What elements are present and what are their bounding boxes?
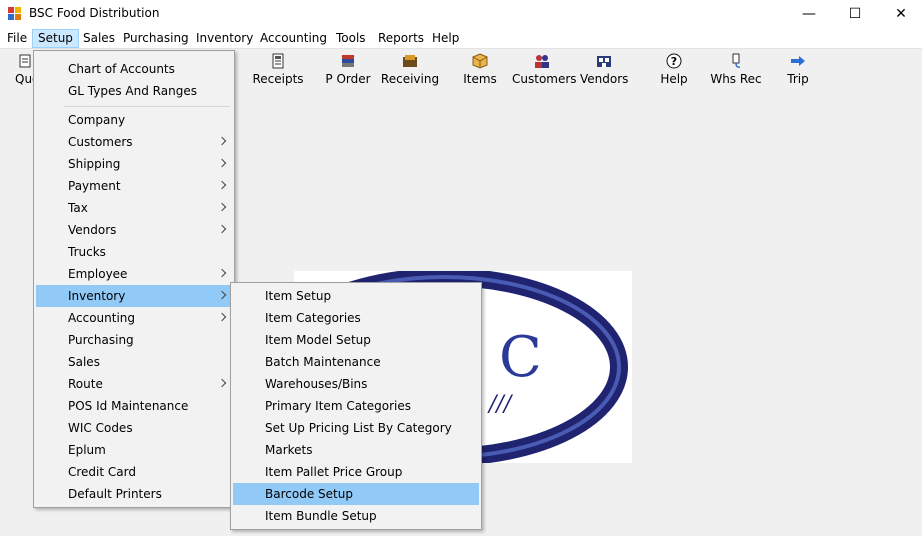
toolbar-customers-button[interactable]: Customers [512, 53, 577, 86]
menu-item-default-printers[interactable]: Default Printers [36, 483, 232, 505]
logo-letter: C [499, 325, 542, 390]
menu-item-tax[interactable]: Tax [36, 197, 232, 219]
menu-item-eplum[interactable]: Eplum [36, 439, 232, 461]
menu-reports[interactable]: Reports [373, 29, 429, 48]
warehouse-receipt-icon [728, 53, 744, 69]
menu-item-purchasing[interactable]: Purchasing [36, 329, 232, 351]
menu-inventory[interactable]: Inventory [191, 29, 258, 48]
menu-setup[interactable]: Setup [32, 29, 79, 48]
menu-item-item-bundle-setup[interactable]: Item Bundle Setup [233, 505, 479, 527]
menu-item-barcode-setup[interactable]: Barcode Setup [233, 483, 479, 505]
maximize-button[interactable]: ☐ [832, 0, 878, 28]
svg-text:?: ? [671, 55, 677, 68]
toolbar-help-button[interactable]: ? Help [656, 53, 692, 86]
menu-file[interactable]: File [2, 29, 32, 48]
menu-separator [64, 106, 230, 107]
menu-tools[interactable]: Tools [331, 29, 371, 48]
menu-item-pos-id[interactable]: POS Id Maintenance [36, 395, 232, 417]
menu-item-pricing-list-by-category[interactable]: Set Up Pricing List By Category [233, 417, 479, 439]
menu-item-sales[interactable]: Sales [36, 351, 232, 373]
toolbar-trip-button[interactable]: Trip [780, 53, 816, 86]
purchase-order-icon [340, 53, 356, 69]
submenu-arrow-icon [217, 373, 227, 395]
submenu-arrow-icon [217, 153, 227, 175]
submenu-arrow-icon [217, 285, 227, 307]
menu-help[interactable]: Help [427, 29, 464, 48]
menu-bar: File Setup Sales Purchasing Inventory Ac… [0, 28, 922, 49]
menu-item-primary-item-categories[interactable]: Primary Item Categories [233, 395, 479, 417]
menu-item-item-model-setup[interactable]: Item Model Setup [233, 329, 479, 351]
arrow-right-icon [790, 53, 806, 69]
submenu-arrow-icon [217, 131, 227, 153]
toolbar-vendors-button[interactable]: Vendors [580, 53, 628, 86]
logo-script: /// [487, 392, 514, 417]
menu-item-batch-maintenance[interactable]: Batch Maintenance [233, 351, 479, 373]
menu-item-chart-of-accounts[interactable]: Chart of Accounts [36, 58, 232, 80]
customers-icon [534, 53, 550, 69]
menu-item-inventory[interactable]: Inventory [36, 285, 232, 307]
menu-item-warehouses-bins[interactable]: Warehouses/Bins [233, 373, 479, 395]
menu-item-route[interactable]: Route [36, 373, 232, 395]
help-icon: ? [666, 53, 682, 69]
menu-item-customers[interactable]: Customers [36, 131, 232, 153]
menu-item-accounting[interactable]: Accounting [36, 307, 232, 329]
inventory-submenu: Item Setup Item Categories Item Model Se… [230, 282, 482, 530]
menu-item-item-categories[interactable]: Item Categories [233, 307, 479, 329]
close-button[interactable]: ✕ [878, 0, 922, 28]
menu-item-company[interactable]: Company [36, 109, 232, 131]
submenu-arrow-icon [217, 197, 227, 219]
window-title: BSC Food Distribution [29, 6, 160, 20]
menu-sales[interactable]: Sales [78, 29, 120, 48]
app-icon [8, 7, 22, 20]
menu-purchasing[interactable]: Purchasing [118, 29, 194, 48]
submenu-arrow-icon [217, 263, 227, 285]
menu-item-shipping[interactable]: Shipping [36, 153, 232, 175]
box-icon [472, 53, 488, 69]
setup-menu: Chart of Accounts GL Types And Ranges Co… [33, 50, 235, 508]
menu-item-payment[interactable]: Payment [36, 175, 232, 197]
receipt-icon [270, 53, 286, 69]
toolbar-receiving-button[interactable]: Receiving [380, 53, 440, 86]
menu-accounting[interactable]: Accounting [255, 29, 332, 48]
menu-item-credit-card[interactable]: Credit Card [36, 461, 232, 483]
menu-item-vendors[interactable]: Vendors [36, 219, 232, 241]
quote-icon [17, 53, 33, 69]
menu-item-gl-types[interactable]: GL Types And Ranges [36, 80, 232, 102]
toolbar-porder-button[interactable]: P Order [320, 53, 376, 86]
menu-item-wic-codes[interactable]: WIC Codes [36, 417, 232, 439]
title-bar: BSC Food Distribution — ☐ ✕ [0, 0, 922, 28]
receiving-icon [402, 53, 418, 69]
menu-item-item-pallet-price-group[interactable]: Item Pallet Price Group [233, 461, 479, 483]
vendors-icon [596, 53, 612, 69]
menu-item-trucks[interactable]: Trucks [36, 241, 232, 263]
menu-item-item-setup[interactable]: Item Setup [233, 285, 479, 307]
submenu-arrow-icon [217, 307, 227, 329]
toolbar-receipts-button[interactable]: Receipts [248, 53, 308, 86]
toolbar-items-button[interactable]: Items [460, 53, 500, 86]
submenu-arrow-icon [217, 175, 227, 197]
toolbar-whs-rec-button[interactable]: Whs Rec [708, 53, 764, 86]
menu-item-employee[interactable]: Employee [36, 263, 232, 285]
minimize-button[interactable]: — [786, 0, 832, 28]
submenu-arrow-icon [217, 219, 227, 241]
menu-item-markets[interactable]: Markets [233, 439, 479, 461]
